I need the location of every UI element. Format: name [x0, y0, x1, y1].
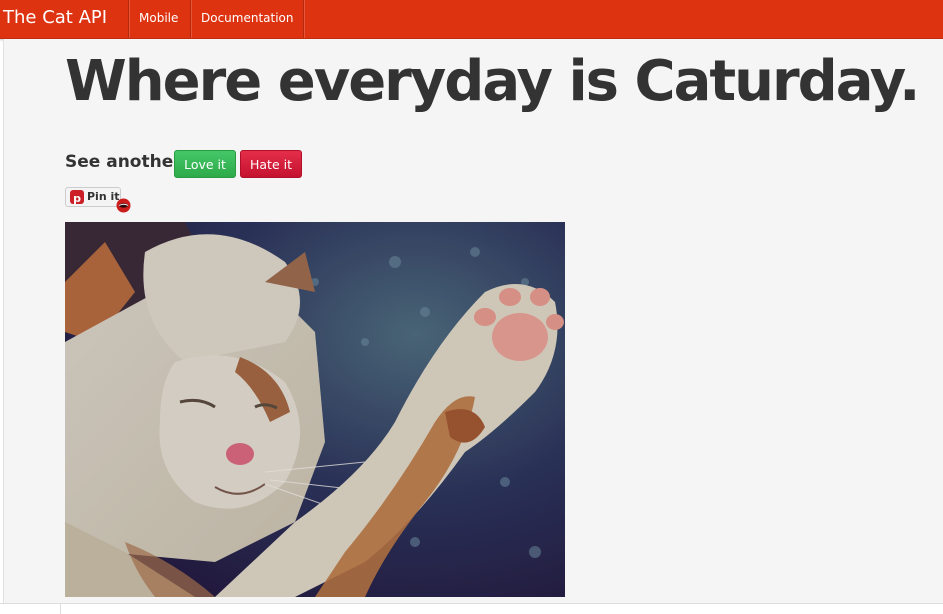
nav-item-mobile[interactable]: Mobile — [139, 0, 178, 38]
cat-photo — [65, 222, 565, 597]
see-another-label: See another? — [65, 152, 192, 172]
pin-it-label: Pin it — [87, 190, 120, 203]
status-bar — [0, 603, 943, 614]
pinterest-icon: p — [70, 190, 84, 205]
nav-divider — [128, 0, 130, 38]
top-navbar: The Cat API Mobile Documentation — [0, 0, 943, 39]
nav-item-documentation[interactable]: Documentation — [201, 0, 294, 38]
main-content: Where everyday is Caturday. See another?… — [3, 39, 943, 603]
nav-divider — [303, 0, 305, 38]
love-it-button[interactable]: Love it — [174, 150, 236, 178]
nav-divider — [190, 0, 192, 38]
page-title: Where everyday is Caturday. — [65, 49, 920, 114]
hate-it-button[interactable]: Hate it — [240, 150, 302, 178]
brand-link[interactable]: The Cat API — [3, 6, 107, 30]
svg-text:p: p — [73, 192, 81, 205]
pin-it-button[interactable]: p Pin it — [65, 187, 121, 207]
lips-icon — [116, 198, 131, 213]
